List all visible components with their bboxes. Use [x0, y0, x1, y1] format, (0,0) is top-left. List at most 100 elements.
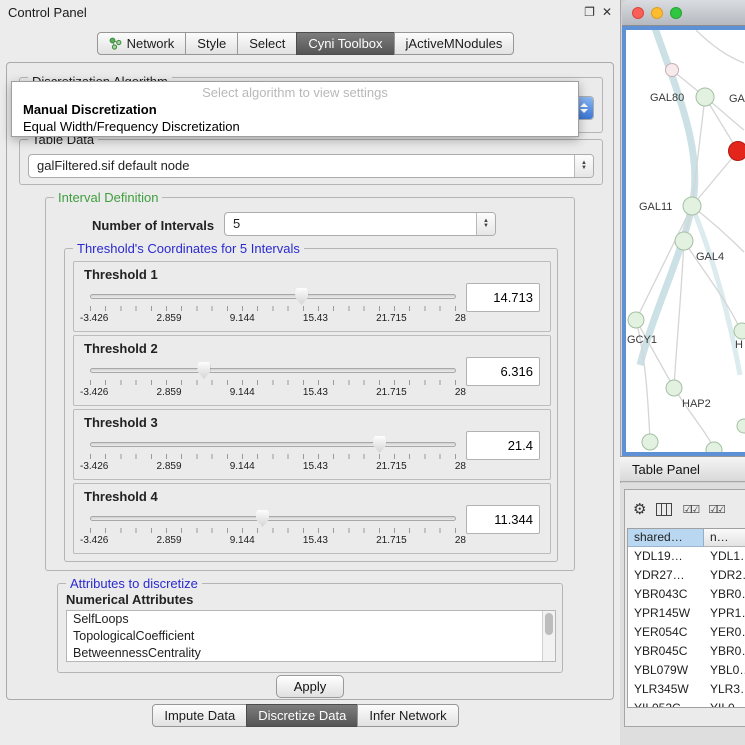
- tab-style[interactable]: Style: [185, 32, 238, 55]
- minimize-traffic-light[interactable]: [651, 7, 663, 19]
- columns-icon[interactable]: [656, 503, 672, 516]
- slider-ticks: [90, 454, 456, 459]
- network-node[interactable]: [696, 88, 714, 106]
- threshold-4-slider[interactable]: -3.4262.8599.14415.4321.71528: [90, 508, 456, 548]
- slider-thumb[interactable]: [373, 436, 386, 453]
- column-header-name[interactable]: n…: [704, 529, 745, 547]
- slider-thumb[interactable]: [295, 288, 308, 305]
- threshold-2-box: Threshold 2 -3.4262.8599.14415.4321.7152…: [73, 335, 551, 406]
- attributes-group-label: Attributes to discretize: [66, 576, 202, 591]
- tab-jactivemnodules[interactable]: jActiveMNodules: [394, 32, 515, 55]
- zoom-traffic-light[interactable]: [670, 7, 682, 19]
- tab-impute-data[interactable]: Impute Data: [152, 704, 247, 727]
- slider-track[interactable]: [90, 442, 456, 447]
- table-header-row: shared… n…: [628, 529, 745, 547]
- network-node-selected[interactable]: [729, 142, 745, 161]
- node-label: H: [735, 339, 743, 351]
- network-node[interactable]: [628, 312, 644, 328]
- table-row[interactable]: YLR345WYLR3…: [628, 680, 745, 699]
- table-row[interactable]: YER054CYER0…: [628, 623, 745, 642]
- tab-infer-network[interactable]: Infer Network: [357, 704, 458, 727]
- threshold-1-slider[interactable]: -3.4262.8599.14415.4321.71528: [90, 286, 456, 326]
- close-traffic-light[interactable]: [632, 7, 644, 19]
- threshold-2-slider[interactable]: -3.4262.8599.14415.4321.71528: [90, 360, 456, 400]
- tab-cyni-toolbox[interactable]: Cyni Toolbox: [296, 32, 394, 55]
- network-view-window: GAL80 GA GAL11 GAL4 GCY1 H HAP2: [622, 0, 745, 456]
- list-item[interactable]: TopologicalCoefficient: [67, 628, 555, 645]
- slider-scale: -3.4262.8599.14415.4321.71528: [80, 387, 466, 398]
- panel-title: Control Panel: [8, 5, 87, 20]
- table-row[interactable]: YPR145WYPR1…: [628, 604, 745, 623]
- threshold-1-label: Threshold 1: [84, 267, 158, 282]
- slider-track[interactable]: [90, 368, 456, 373]
- tab-discretize-data[interactable]: Discretize Data: [246, 704, 358, 727]
- threshold-3-box: Threshold 3 -3.4262.8599.14415.4321.7152…: [73, 409, 551, 480]
- table-row[interactable]: YBR045CYBR0…: [628, 642, 745, 661]
- number-of-intervals-combo[interactable]: 5 ▲▼: [224, 212, 496, 236]
- threshold-2-label: Threshold 2: [84, 341, 158, 356]
- scrollbar-thumb[interactable]: [545, 613, 553, 635]
- network-canvas[interactable]: GAL80 GA GAL11 GAL4 GCY1 H HAP2: [622, 26, 745, 456]
- network-node-labels: GAL80 GA GAL11 GAL4 GCY1 H HAP2: [627, 92, 745, 410]
- tab-network[interactable]: Network: [97, 32, 187, 55]
- network-node[interactable]: [706, 442, 722, 456]
- network-icon: [109, 37, 122, 50]
- network-node[interactable]: [666, 64, 679, 77]
- network-node[interactable]: [642, 434, 658, 450]
- slider-scale: -3.4262.8599.14415.4321.71528: [80, 461, 466, 472]
- gear-icon[interactable]: ⚙: [633, 500, 646, 518]
- close-window-icon[interactable]: ✕: [602, 5, 612, 19]
- slider-ticks: [90, 380, 456, 385]
- table-row[interactable]: YDL19…YDL1…: [628, 547, 745, 566]
- node-label: GA: [729, 93, 745, 105]
- threshold-4-value-field[interactable]: [466, 505, 540, 534]
- table-data-combo[interactable]: galFiltered.sif default node ▲▼: [28, 154, 594, 178]
- numerical-attributes-list: SelfLoops TopologicalCoefficient Between…: [66, 610, 556, 662]
- table-panel-title: Table Panel: [632, 462, 700, 477]
- network-node[interactable]: [666, 380, 682, 396]
- column-header-shared-name[interactable]: shared…: [628, 529, 704, 547]
- slider-thumb[interactable]: [256, 510, 269, 527]
- network-node[interactable]: [737, 419, 745, 433]
- table-row[interactable]: YBL079WYBL0…: [628, 661, 745, 680]
- threshold-3-value-field[interactable]: [466, 431, 540, 460]
- tab-select[interactable]: Select: [237, 32, 297, 55]
- tab-jactivemnodules-label: jActiveMNodules: [406, 36, 503, 51]
- algorithm-dropdown-list: Select algorithm to view settings Manual…: [11, 81, 579, 137]
- algorithm-option-equal-width[interactable]: Equal Width/Frequency Discretization: [12, 118, 578, 135]
- apply-button[interactable]: Apply: [276, 675, 344, 698]
- algorithm-option-manual[interactable]: Manual Discretization: [12, 101, 578, 118]
- threshold-1-value-field[interactable]: [466, 283, 540, 312]
- network-node[interactable]: [683, 197, 701, 215]
- slider-thumb[interactable]: [197, 362, 210, 379]
- threshold-2-value-field[interactable]: [466, 357, 540, 386]
- thresholds-group-label: Threshold's Coordinates for 5 Intervals: [73, 241, 304, 256]
- cyni-toolbox-panel: Discretization Algorithm Select algorith…: [6, 62, 614, 700]
- tab-cyni-toolbox-label: Cyni Toolbox: [308, 36, 382, 51]
- algorithm-placeholder-item: Select algorithm to view settings: [12, 82, 578, 101]
- node-label: GAL11: [639, 201, 672, 213]
- tab-discretize-data-label: Discretize Data: [258, 708, 346, 723]
- threshold-3-slider[interactable]: -3.4262.8599.14415.4321.71528: [90, 434, 456, 474]
- interval-definition-label: Interval Definition: [54, 190, 162, 205]
- network-node[interactable]: [734, 323, 745, 339]
- attributes-group: Attributes to discretize Numerical Attri…: [57, 583, 563, 673]
- tab-network-label: Network: [127, 36, 175, 51]
- cyni-mode-tab-bar: Impute Data Discretize Data Infer Networ…: [0, 704, 611, 727]
- table-panel-body: ⚙ ☑☑ ☑☑ shared… n… YDL19…YDL1… YDR27…YDR…: [620, 483, 745, 745]
- table-row[interactable]: YDR27…YDR2…: [628, 566, 745, 585]
- list-item[interactable]: BetweennessCentrality: [67, 645, 555, 662]
- network-node[interactable]: [675, 232, 693, 250]
- node-label: GAL4: [696, 251, 724, 263]
- node-label: HAP2: [682, 398, 711, 410]
- slider-track[interactable]: [90, 294, 456, 299]
- slider-track[interactable]: [90, 516, 456, 521]
- number-of-intervals-value: 5: [233, 216, 240, 231]
- select-columns-icon[interactable]: ☑☑: [682, 503, 698, 516]
- list-item[interactable]: SelfLoops: [67, 611, 555, 628]
- table-row[interactable]: YIL052CYIL0…: [628, 699, 745, 708]
- attributes-scrollbar[interactable]: [542, 611, 555, 661]
- select-rows-icon[interactable]: ☑☑: [708, 503, 724, 516]
- table-row[interactable]: YBR043CYBR0…: [628, 585, 745, 604]
- float-window-icon[interactable]: ❐: [584, 5, 595, 19]
